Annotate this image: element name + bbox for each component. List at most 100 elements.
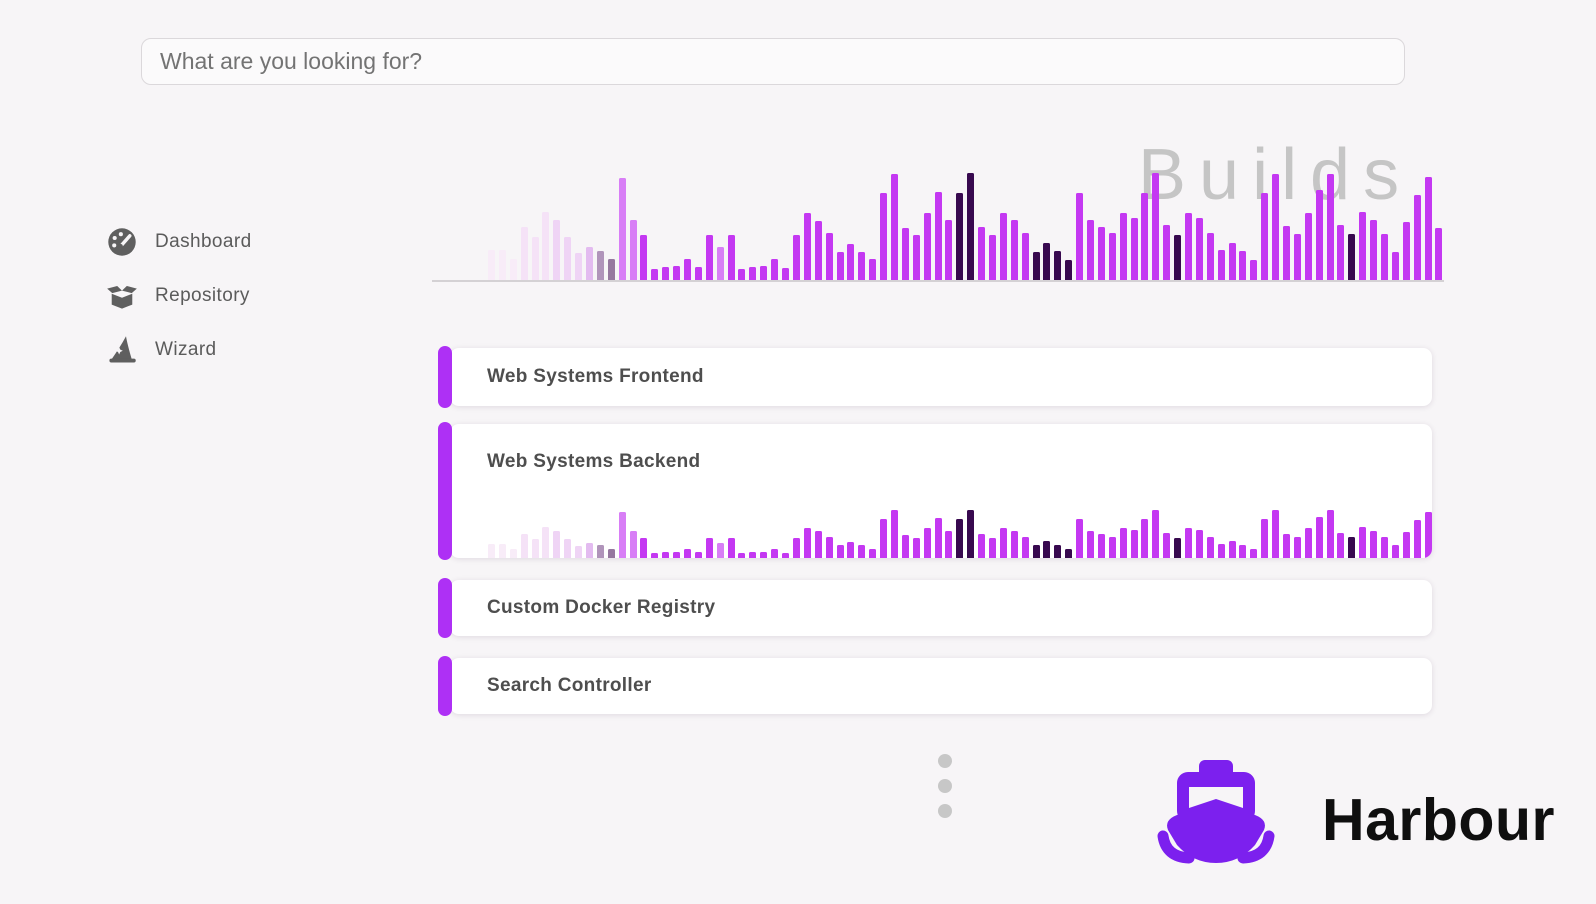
- build-bar[interactable]: [738, 553, 746, 558]
- build-bar[interactable]: [1391, 252, 1399, 280]
- build-bar[interactable]: [999, 528, 1007, 558]
- build-bar[interactable]: [1239, 545, 1247, 558]
- build-bar[interactable]: [673, 552, 681, 558]
- build-bar[interactable]: [1424, 177, 1432, 280]
- build-bar[interactable]: [782, 268, 790, 280]
- build-bar[interactable]: [912, 235, 920, 280]
- build-bar[interactable]: [1337, 533, 1345, 558]
- project-card-search-controller[interactable]: Search Controller: [438, 656, 1432, 716]
- build-bar[interactable]: [847, 244, 855, 280]
- build-bar[interactable]: [847, 542, 855, 558]
- build-bar[interactable]: [803, 528, 811, 558]
- build-bar[interactable]: [1435, 228, 1443, 280]
- build-bar[interactable]: [694, 552, 702, 558]
- build-bar[interactable]: [858, 545, 866, 558]
- build-bar[interactable]: [1304, 213, 1312, 280]
- build-bar[interactable]: [1065, 549, 1073, 558]
- build-bar[interactable]: [988, 235, 996, 280]
- build-bar[interactable]: [586, 247, 594, 280]
- build-bar[interactable]: [1206, 233, 1214, 280]
- build-bar[interactable]: [1108, 233, 1116, 280]
- build-bar[interactable]: [1283, 534, 1291, 558]
- build-bar[interactable]: [1381, 537, 1389, 558]
- build-bar[interactable]: [1086, 531, 1094, 558]
- build-bar[interactable]: [1206, 537, 1214, 558]
- build-bar[interactable]: [890, 510, 898, 558]
- build-bar[interactable]: [498, 544, 506, 558]
- build-bar[interactable]: [1283, 226, 1291, 280]
- sidebar-item-dashboard[interactable]: Dashboard: [106, 225, 252, 259]
- build-bar[interactable]: [564, 237, 572, 280]
- build-bar[interactable]: [1043, 541, 1051, 558]
- build-bar[interactable]: [1261, 519, 1269, 558]
- build-bar[interactable]: [1010, 531, 1018, 558]
- build-bar[interactable]: [1130, 530, 1138, 558]
- build-bar[interactable]: [586, 543, 594, 558]
- build-bar[interactable]: [1250, 549, 1258, 558]
- build-bar[interactable]: [618, 178, 626, 280]
- build-bar[interactable]: [1021, 537, 1029, 558]
- project-card-custom-docker-registry[interactable]: Custom Docker Registry: [438, 578, 1432, 638]
- build-bar[interactable]: [1141, 193, 1149, 280]
- build-bar[interactable]: [814, 531, 822, 558]
- build-bar[interactable]: [662, 552, 670, 558]
- build-bar[interactable]: [1065, 260, 1073, 280]
- build-bar[interactable]: [629, 531, 637, 558]
- build-bar[interactable]: [640, 538, 648, 558]
- build-bar[interactable]: [727, 538, 735, 558]
- build-bar[interactable]: [1119, 528, 1127, 558]
- build-bar[interactable]: [760, 266, 768, 280]
- build-bar[interactable]: [1130, 218, 1138, 280]
- build-bar[interactable]: [836, 545, 844, 558]
- build-bar[interactable]: [1054, 545, 1062, 558]
- sidebar-item-wizard[interactable]: Wizard: [106, 333, 217, 367]
- build-bar[interactable]: [792, 538, 800, 558]
- build-bar[interactable]: [880, 193, 888, 280]
- build-bar[interactable]: [1054, 251, 1062, 280]
- build-bar[interactable]: [1032, 545, 1040, 558]
- build-bar[interactable]: [967, 510, 975, 558]
- build-bar[interactable]: [651, 553, 659, 558]
- build-bar[interactable]: [1217, 250, 1225, 280]
- build-bar[interactable]: [1413, 520, 1421, 558]
- build-bar[interactable]: [1228, 541, 1236, 558]
- build-bar[interactable]: [978, 534, 986, 558]
- build-bar[interactable]: [618, 512, 626, 558]
- build-bar[interactable]: [1348, 537, 1356, 558]
- build-bar[interactable]: [1152, 510, 1160, 558]
- build-bar[interactable]: [771, 259, 779, 280]
- build-bar[interactable]: [1370, 220, 1378, 280]
- build-bar[interactable]: [1152, 173, 1160, 280]
- build-bar[interactable]: [1337, 225, 1345, 280]
- build-bar[interactable]: [1185, 213, 1192, 280]
- build-bar[interactable]: [488, 250, 495, 280]
- build-bar[interactable]: [629, 220, 637, 280]
- build-bar[interactable]: [1326, 174, 1334, 280]
- build-bar[interactable]: [1402, 532, 1410, 558]
- build-bar[interactable]: [651, 269, 659, 280]
- build-bar[interactable]: [1381, 234, 1389, 280]
- build-bar[interactable]: [1076, 193, 1084, 280]
- build-bar[interactable]: [1043, 243, 1051, 280]
- build-bar[interactable]: [1185, 528, 1192, 558]
- build-bar[interactable]: [596, 545, 604, 558]
- build-bar[interactable]: [901, 535, 909, 558]
- build-bar[interactable]: [727, 235, 735, 280]
- build-bar[interactable]: [1174, 538, 1182, 558]
- build-bar[interactable]: [792, 235, 800, 280]
- build-bar[interactable]: [1359, 212, 1367, 280]
- build-bar[interactable]: [978, 227, 986, 280]
- build-bar[interactable]: [509, 549, 517, 558]
- build-bar[interactable]: [640, 235, 648, 280]
- build-bar[interactable]: [1195, 530, 1203, 558]
- build-bar[interactable]: [1163, 225, 1171, 280]
- build-bar[interactable]: [1250, 260, 1258, 280]
- build-bar[interactable]: [520, 534, 528, 558]
- build-bar[interactable]: [1228, 243, 1236, 280]
- build-bar[interactable]: [1293, 234, 1301, 280]
- build-bar[interactable]: [1413, 195, 1421, 280]
- build-bar[interactable]: [716, 247, 724, 280]
- build-bar[interactable]: [1174, 235, 1182, 280]
- build-bar[interactable]: [988, 538, 996, 558]
- build-bar[interactable]: [749, 552, 757, 558]
